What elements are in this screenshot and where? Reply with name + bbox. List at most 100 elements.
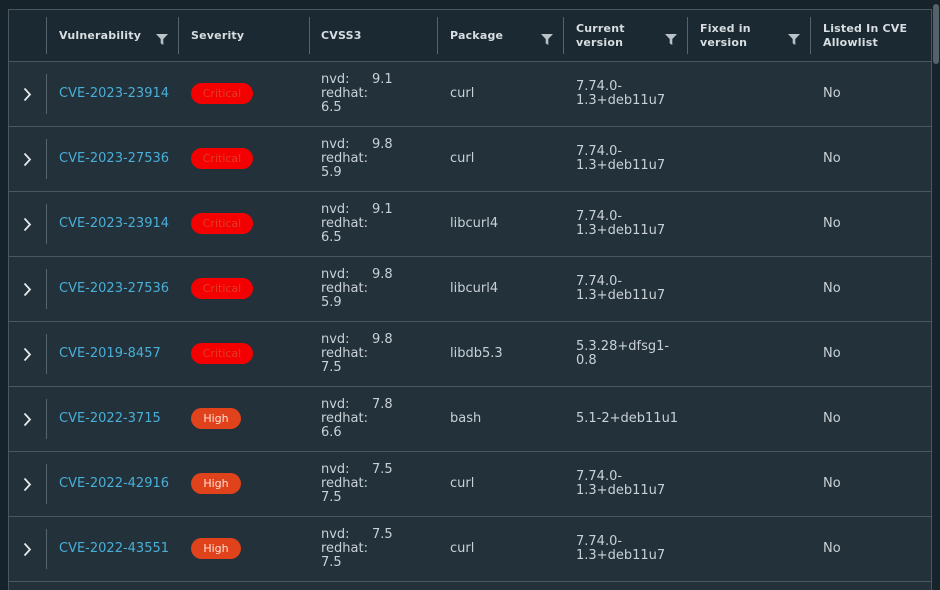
nvd-score: 9.1 [372,72,393,87]
chevron-right-icon [23,217,32,231]
redhat-label: redhat: [321,281,368,296]
expand-row-button[interactable] [9,517,46,581]
cve-link[interactable]: CVE-2019-8457 [59,347,161,361]
expand-row-button[interactable] [9,62,46,126]
column-header-vulnerability[interactable]: Vulnerability [59,10,141,61]
column-separator [46,17,47,54]
table-row: CVE-2022-3715 High nvd: 7.8 redhat: 6.6 … [9,387,931,452]
expand-row-button[interactable] [9,452,46,516]
current-version-line: 5.3.28+dfsg1- [576,339,670,354]
column-separator [46,399,47,439]
filter-icon[interactable] [665,34,677,45]
package-name: bash [450,411,482,426]
severity-badge: High [191,408,241,429]
expand-row-button[interactable] [9,257,46,321]
chevron-right-icon [23,477,32,491]
current-version: 7.74.0- 1.3+deb11u7 [576,275,686,303]
severity-badge: Critical [191,83,253,104]
column-header-current-version[interactable]: Current version [576,10,625,61]
redhat-score: 6.5 [321,100,342,115]
current-version-line: 7.74.0- [576,144,623,159]
column-header-package[interactable]: Package [450,10,503,61]
filter-icon[interactable] [541,34,553,45]
column-separator[interactable] [810,17,811,54]
column-header-fixed-in-version[interactable]: Fixed in version [700,10,751,61]
package-name: libdb5.3 [450,346,503,361]
cvss3-scores: nvd: 9.8 redhat: 7.5 [321,333,431,377]
nvd-score: 7.5 [372,462,393,477]
column-separator[interactable] [563,17,564,54]
current-version: 5.1-2+deb11u1 [576,412,686,426]
allowlist-status: No [823,216,841,231]
vulnerability-datagrid: Vulnerability Severity CVSS3 Package Cur… [8,9,932,590]
allowlist-status: No [823,151,841,166]
cve-link[interactable]: CVE-2023-27536 [59,152,169,166]
chevron-right-icon [23,542,32,556]
allowlist-status: No [823,86,841,101]
nvd-score: 9.8 [372,332,393,347]
current-version-line: 1.3+deb11u7 [576,288,666,303]
cve-link[interactable]: CVE-2022-42916 [59,477,169,491]
redhat-score: 7.5 [321,555,342,570]
column-separator[interactable] [687,17,688,54]
filter-icon[interactable] [156,34,168,45]
chevron-right-icon [23,87,32,101]
expand-row-button[interactable] [9,127,46,191]
cvss3-scores: nvd: 7.5 redhat: 7.5 [321,463,431,507]
cve-link[interactable]: CVE-2022-43551 [59,542,169,556]
allowlist-status: No [823,281,841,296]
redhat-score: 7.5 [321,360,342,375]
column-separator [46,269,47,309]
cve-link[interactable]: CVE-2022-3715 [59,412,161,426]
cve-link[interactable]: CVE-2023-23914 [59,87,169,101]
redhat-label: redhat: [321,151,368,166]
cve-link[interactable]: CVE-2023-27536 [59,282,169,296]
cve-link[interactable]: CVE-2023-23914 [59,217,169,231]
table-row: CVE-2022-42916 High nvd: 7.5 redhat: 7.5… [9,452,931,517]
current-version-line: 7.74.0- [576,469,623,484]
redhat-score: 6.5 [321,230,342,245]
nvd-score: 9.1 [372,202,393,217]
nvd-label: nvd: [321,72,350,87]
nvd-score: 9.8 [372,267,393,282]
expand-row-button[interactable] [9,192,46,256]
cvss3-scores: nvd: 9.8 redhat: 5.9 [321,268,431,312]
nvd-label: nvd: [321,332,350,347]
expand-row-button[interactable] [9,387,46,451]
severity-badge: Critical [191,213,253,234]
table-row: CVE-2022-43551 High nvd: 7.5 redhat: 7.5… [9,517,931,582]
nvd-score: 7.5 [372,527,393,542]
severity-badge: Critical [191,278,253,299]
current-version: 7.74.0- 1.3+deb11u7 [576,145,686,173]
column-separator[interactable] [437,17,438,54]
chevron-right-icon [23,412,32,426]
package-name: libcurl4 [450,216,499,231]
nvd-label: nvd: [321,462,350,477]
redhat-score: 5.9 [321,165,342,180]
cvss3-scores: nvd: 7.5 redhat: 7.5 [321,528,431,572]
table-row: CVE-2023-27536 Critical nvd: 9.8 redhat:… [9,257,931,322]
current-version-line: 7.74.0- [576,79,623,94]
package-name: curl [450,86,475,101]
nvd-score: 9.8 [372,137,393,152]
current-version-line: 7.74.0- [576,534,623,549]
column-separator[interactable] [309,17,310,54]
column-header-listed-in-cve-allowlist[interactable]: Listed In CVE Allowlist [823,10,907,61]
nvd-label: nvd: [321,202,350,217]
column-separator[interactable] [178,17,179,54]
redhat-label: redhat: [321,346,368,361]
column-header-cvss3[interactable]: CVSS3 [321,10,362,61]
current-version-line: 0.8 [576,353,597,368]
severity-badge: High [191,473,241,494]
redhat-score: 5.9 [321,295,342,310]
column-separator [46,529,47,569]
column-header-severity[interactable]: Severity [191,10,244,61]
scrollbar-thumb[interactable] [933,4,939,64]
chevron-right-icon [23,152,32,166]
redhat-label: redhat: [321,476,368,491]
current-version: 7.74.0- 1.3+deb11u7 [576,535,686,563]
filter-icon[interactable] [788,34,800,45]
current-version: 7.74.0- 1.3+deb11u7 [576,210,686,238]
expand-row-button[interactable] [9,322,46,386]
current-version-line: 7.74.0- [576,209,623,224]
